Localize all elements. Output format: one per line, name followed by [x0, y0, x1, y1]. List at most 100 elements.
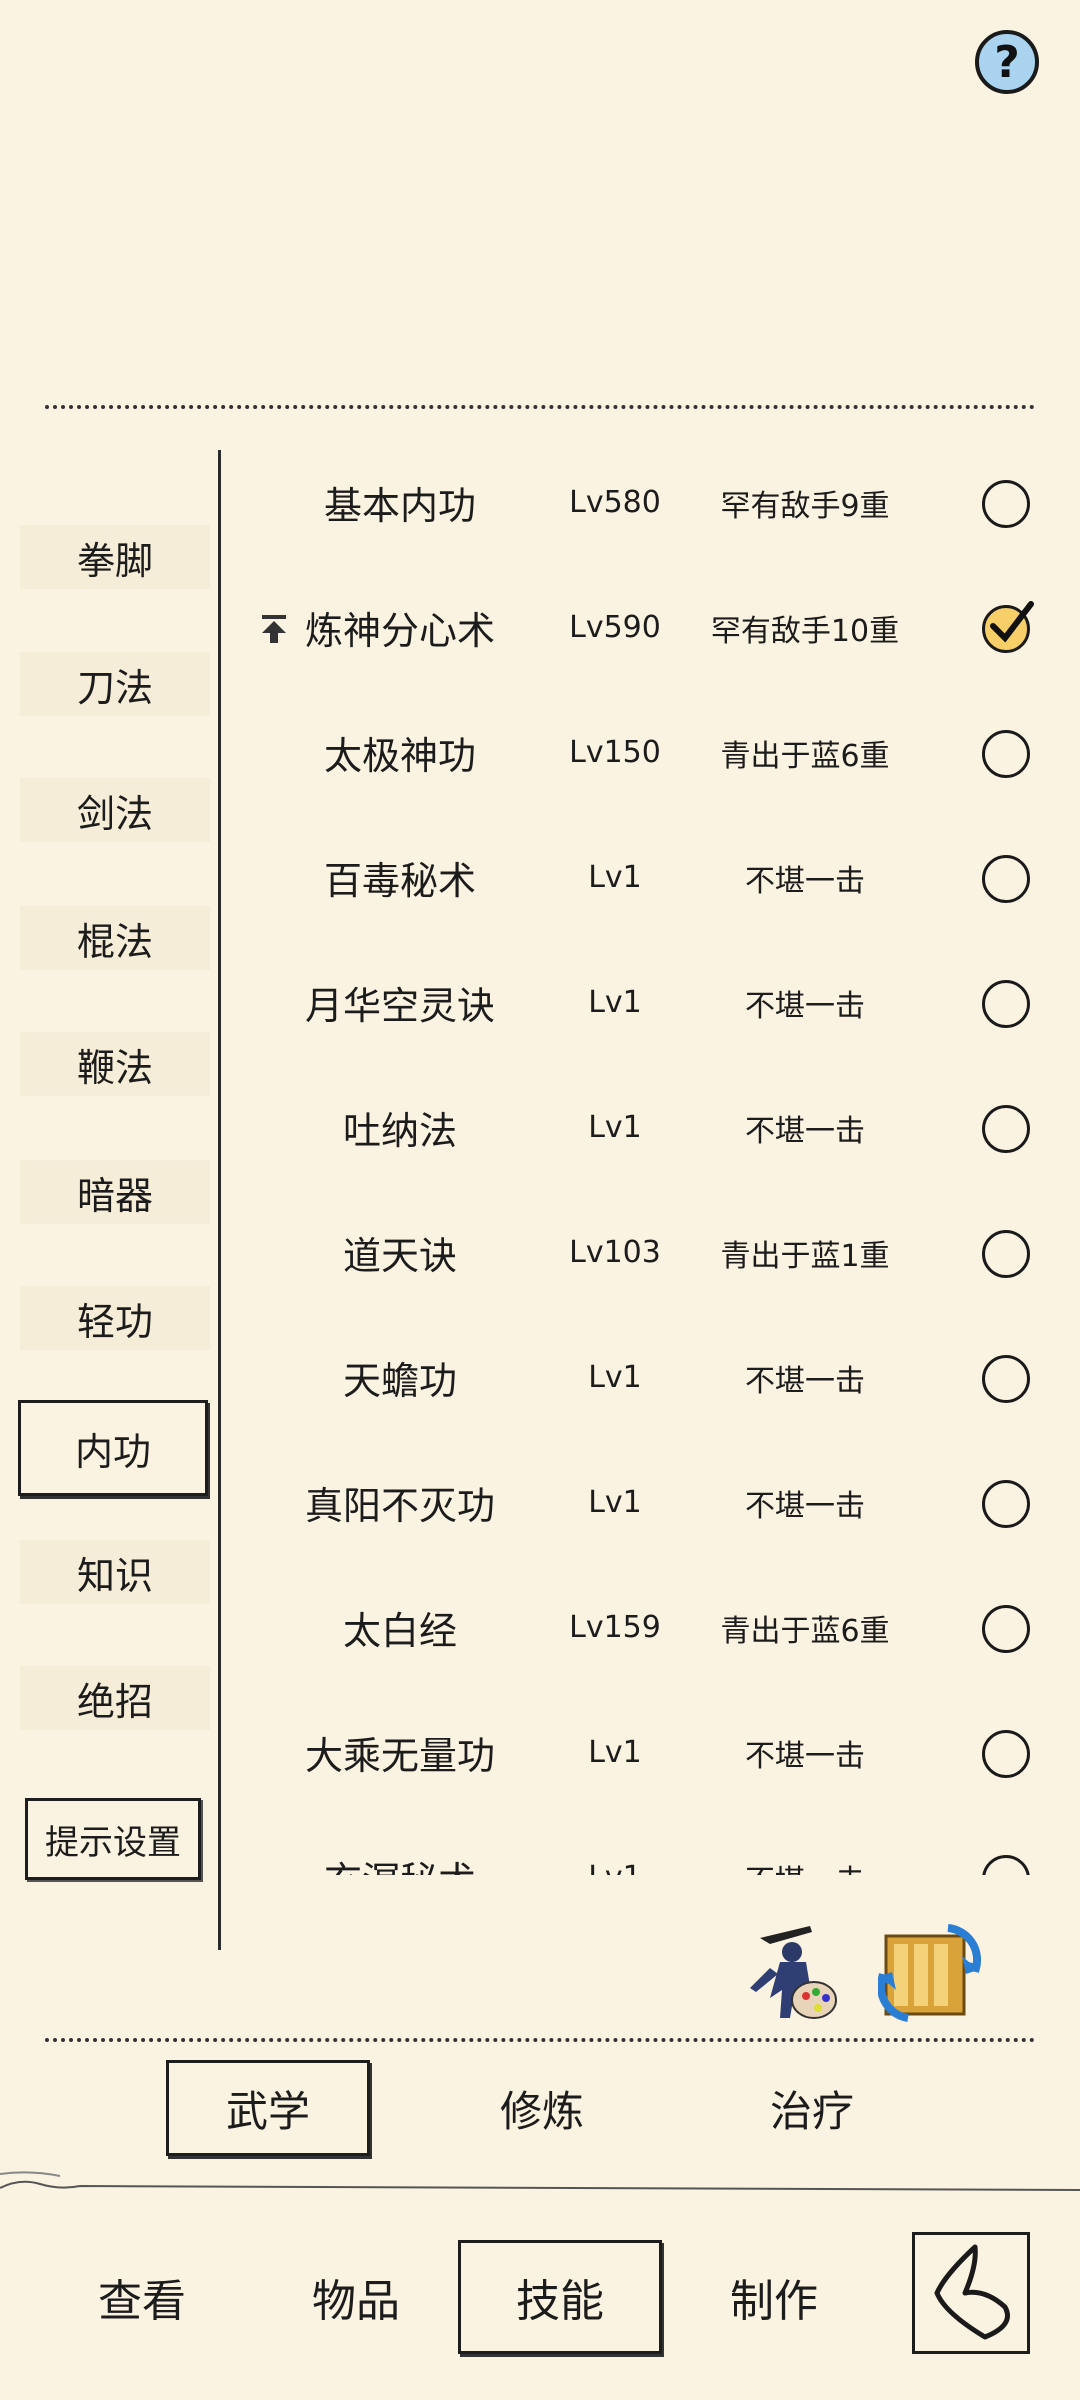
top-divider [45, 405, 1035, 409]
skill-select-checkbox[interactable] [982, 980, 1030, 1028]
category-7[interactable]: 内功 [18, 1400, 208, 1496]
skill-level: Lv1 [588, 985, 642, 1020]
skill-row[interactable]: 天蟾功 Lv1 不堪一击 [230, 1315, 1060, 1440]
skill-select-checkbox[interactable] [982, 1480, 1030, 1528]
wave-divider [0, 2168, 1080, 2198]
skill-select-checkbox[interactable] [982, 601, 1034, 653]
category-label: 知识 [76, 1553, 153, 1598]
category-9[interactable]: 绝招 [20, 1666, 210, 1730]
skill-level: Lv1 [550, 1815, 680, 1875]
skill-select-checkbox[interactable] [982, 1230, 1030, 1278]
skill-rank: 青出于蓝6重 [720, 738, 890, 774]
category-label: 鞭法 [76, 1045, 153, 1090]
skill-rank: 青出于蓝1重 [720, 1238, 890, 1274]
skill-rank: 青出于蓝6重 [720, 1613, 890, 1649]
skill-row[interactable]: 玄溟秘术Lv1 不堪一击 [230, 1815, 1060, 1875]
back-button[interactable] [912, 2232, 1030, 2354]
skill-level: Lv1 [588, 860, 642, 895]
category-5[interactable]: 暗器 [20, 1160, 210, 1224]
skill-name: 太白经 [342, 1609, 457, 1653]
category-label: 刀法 [76, 665, 153, 710]
sub-tab-0[interactable]: 武学 [166, 2060, 370, 2156]
bottom-divider [45, 2038, 1035, 2042]
skill-list[interactable]: 基本内功 Lv580 罕有敌手9重炼神分心术 Lv590 罕有敌手10重太极神功 Lv15… [230, 440, 1060, 1875]
skill-level: Lv1 [588, 1735, 642, 1770]
skill-name: 天蟾功 [342, 1359, 457, 1403]
category-label: 绝招 [76, 1679, 153, 1724]
skill-select-checkbox[interactable] [982, 1105, 1030, 1153]
scroll-refresh-icon[interactable] [876, 1918, 982, 2028]
skill-row[interactable]: 大乘无量功 Lv1 不堪一击 [230, 1690, 1060, 1815]
skill-level: Lv1 [588, 1360, 642, 1395]
skill-rank: 罕有敌手10重 [710, 613, 900, 649]
bottom-nav-label: 制作 [730, 2276, 818, 2327]
skill-rank: 不堪一击 [700, 1815, 910, 1876]
skill-select-checkbox[interactable] [982, 1605, 1030, 1653]
category-2[interactable]: 剑法 [20, 778, 210, 842]
help-button[interactable]: ? [975, 30, 1039, 94]
sub-tab-1[interactable]: 修炼 [440, 2060, 644, 2156]
skill-row[interactable]: 太极神功 Lv150 青出于蓝6重 [230, 690, 1060, 815]
category-8[interactable]: 知识 [20, 1540, 210, 1604]
category-label: 暗器 [76, 1173, 153, 1218]
skill-name: 吐纳法 [342, 1109, 457, 1153]
skill-select-checkbox[interactable] [982, 1855, 1030, 1875]
sub-tab-2[interactable]: 治疗 [710, 2060, 914, 2156]
category-4[interactable]: 鞭法 [20, 1032, 210, 1096]
skill-row[interactable]: 太白经 Lv159 青出于蓝6重 [230, 1565, 1060, 1690]
bottom-nav-item-0[interactable]: 查看 [40, 2240, 244, 2354]
bottom-nav-label: 技能 [516, 2276, 604, 2327]
back-arrow-icon [934, 2244, 1010, 2340]
skill-name: 月华空灵诀 [304, 984, 495, 1028]
skill-level: Lv590 [569, 610, 661, 645]
bottom-nav-item-1[interactable]: 物品 [254, 2240, 458, 2354]
skill-name: 炼神分心术 [304, 609, 495, 653]
skill-rank: 不堪一击 [745, 863, 865, 899]
skill-row[interactable]: 真阳不灭功 Lv1 不堪一击 [230, 1440, 1060, 1565]
bottom-nav-label: 查看 [98, 2276, 186, 2327]
skill-row[interactable]: 基本内功 Lv580 罕有敌手9重 [230, 440, 1060, 565]
category-6[interactable]: 轻功 [20, 1286, 210, 1350]
skill-select-checkbox[interactable] [982, 855, 1030, 903]
bottom-nav-item-2[interactable]: 技能 [458, 2240, 662, 2354]
category-3[interactable]: 棍法 [20, 906, 210, 970]
category-1[interactable]: 刀法 [20, 652, 210, 716]
vertical-divider [218, 450, 221, 1950]
skill-level: Lv1 [588, 1485, 642, 1520]
skill-level: Lv580 [569, 485, 661, 520]
skill-name: 道天诀 [342, 1234, 457, 1278]
sub-tab-label: 治疗 [769, 2086, 854, 2136]
skill-row[interactable]: 道天诀 Lv103 青出于蓝1重 [230, 1190, 1060, 1315]
skill-level: Lv1 [588, 1110, 642, 1145]
ninja-palette-icon[interactable] [740, 1918, 840, 2028]
category-0[interactable]: 拳脚 [20, 525, 210, 589]
skill-select-checkbox[interactable] [982, 1355, 1030, 1403]
skill-rank: 不堪一击 [745, 988, 865, 1024]
category-label: 轻功 [76, 1299, 153, 1344]
skill-level: Lv159 [569, 1610, 661, 1645]
skill-row[interactable]: 月华空灵诀 Lv1 不堪一击 [230, 940, 1060, 1065]
skill-name: 真阳不灭功 [304, 1484, 495, 1528]
sub-tab-label: 修炼 [499, 2086, 584, 2136]
check-icon [990, 601, 1034, 643]
skill-name: 太极神功 [323, 734, 476, 778]
skill-rank: 不堪一击 [745, 1738, 865, 1774]
skill-rank: 罕有敌手9重 [720, 488, 890, 524]
skill-row[interactable]: 炼神分心术 Lv590 罕有敌手10重 [230, 565, 1060, 690]
skill-name: 基本内功 [323, 484, 476, 528]
skill-select-checkbox[interactable] [982, 730, 1030, 778]
sub-tab-label: 武学 [225, 2086, 310, 2136]
skill-row[interactable]: 吐纳法 Lv1 不堪一击 [230, 1065, 1060, 1190]
skill-level: Lv150 [569, 735, 661, 770]
skill-rank: 不堪一击 [745, 1113, 865, 1149]
category-label: 剑法 [76, 791, 153, 836]
bottom-nav-item-3[interactable]: 制作 [672, 2240, 876, 2354]
bottom-nav-label: 物品 [312, 2276, 400, 2327]
skill-level: Lv103 [569, 1235, 661, 1270]
category-label: 拳脚 [76, 538, 153, 583]
skill-row[interactable]: 百毒秘术 Lv1 不堪一击 [230, 815, 1060, 940]
tip-settings-button[interactable]: 提示设置 [25, 1798, 201, 1880]
skill-select-checkbox[interactable] [982, 480, 1030, 528]
skill-rank: 不堪一击 [745, 1488, 865, 1524]
skill-select-checkbox[interactable] [982, 1730, 1030, 1778]
